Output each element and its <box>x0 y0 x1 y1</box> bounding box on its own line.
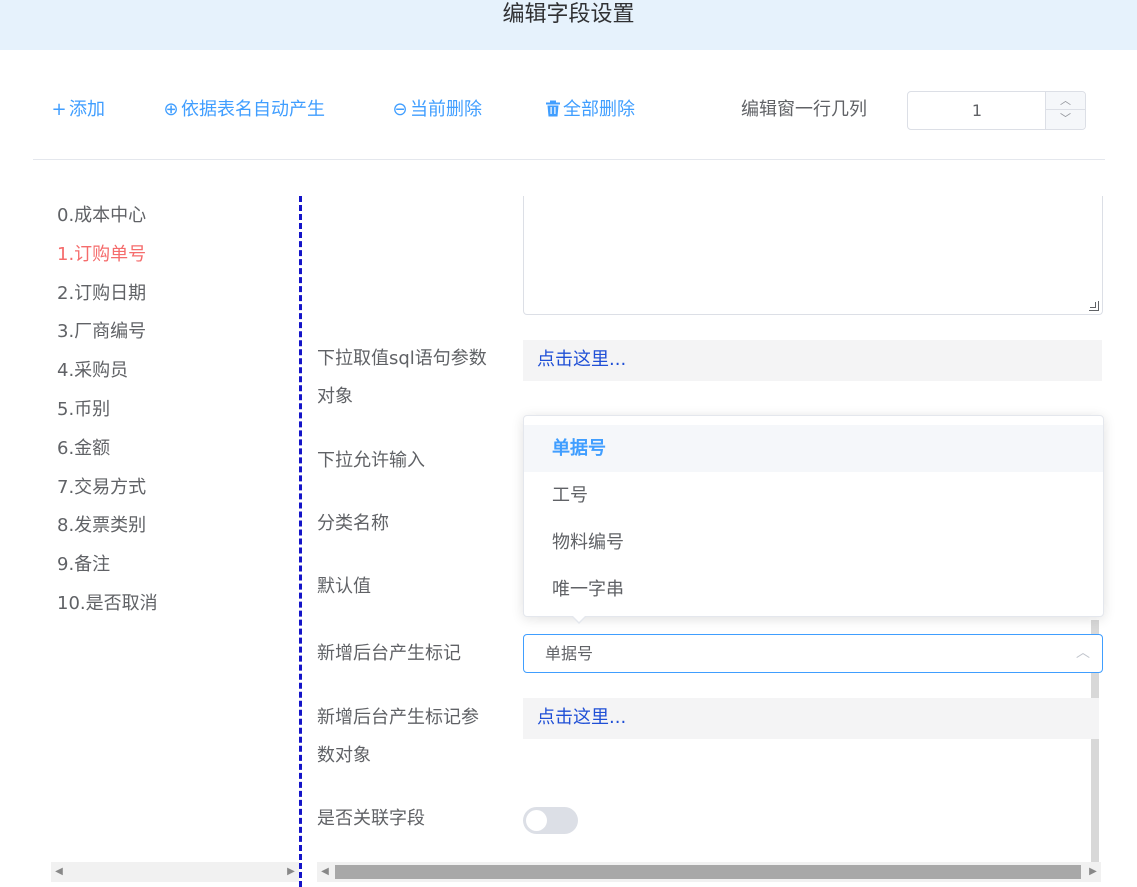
auto-generate-button[interactable]: ⊕ 依据表名自动产生 <box>162 98 325 122</box>
scroll-right-icon[interactable]: ▶ <box>283 862 299 882</box>
delete-current-button-label: 当前删除 <box>410 99 482 120</box>
field-list-item[interactable]: 9.备注 <box>57 546 287 585</box>
scrollbar-thumb[interactable] <box>335 865 1081 879</box>
chevron-up-icon: ︿ <box>1076 645 1090 661</box>
dropdown-caret <box>572 616 586 624</box>
sql-param-label: 下拉取值sql语句参数 对象 <box>317 348 487 407</box>
field-list: 0.成本中心 1.订购单号 2.订购日期 3.厂商编号 4.采购员 5.币别 6.金额 7.交… <box>57 197 287 624</box>
field-list-item[interactable]: 0.成本中心 <box>57 197 287 236</box>
sql-param-link[interactable]: 点击这里... <box>537 340 626 380</box>
dropdown-option[interactable]: 物料编号 <box>524 519 1103 566</box>
delete-current-button[interactable]: ⊖ 当前删除 <box>391 98 482 122</box>
circle-minus-icon: ⊖ <box>392 99 408 120</box>
scroll-left-icon[interactable]: ◀ <box>51 862 67 882</box>
add-button[interactable]: + 添加 <box>50 98 105 122</box>
field-list-item[interactable]: 3.厂商编号 <box>57 313 287 352</box>
stepper-increase-button[interactable]: ︿ <box>1046 92 1085 110</box>
header-bar: 编辑字段设置 <box>0 0 1137 50</box>
backend-tag-select[interactable]: 单据号 ︿ <box>523 634 1103 673</box>
sql-param-field: 点击这里... <box>523 340 1102 381</box>
backend-param-field: 点击这里... <box>523 698 1099 739</box>
dropdown-option[interactable]: 唯一字串 <box>524 566 1103 613</box>
delete-all-button-label: 全部删除 <box>563 99 635 120</box>
dropdown-option[interactable]: 单据号 <box>524 425 1103 472</box>
allow-input-label: 下拉允许输入 <box>317 450 425 471</box>
linked-field-switch[interactable] <box>523 807 578 834</box>
resize-handle-icon[interactable] <box>1089 301 1099 311</box>
dropdown-option[interactable]: 工号 <box>524 472 1103 519</box>
field-list-item[interactable]: 8.发票类别 <box>57 507 287 546</box>
scroll-right-icon[interactable]: ▶ <box>1085 862 1101 882</box>
linked-field-label: 是否关联字段 <box>317 808 425 829</box>
field-list-item[interactable]: 5.币别 <box>57 391 287 430</box>
field-list-item[interactable]: 4.采购员 <box>57 352 287 391</box>
columns-per-row-input[interactable] <box>909 93 1045 128</box>
toolbar-divider <box>33 159 1105 160</box>
add-button-label: 添加 <box>69 99 105 120</box>
panel-separator <box>299 196 302 887</box>
backend-param-link[interactable]: 点击这里... <box>537 698 626 738</box>
switch-knob <box>526 810 547 831</box>
stepper-controls: ︿ ﹀ <box>1045 92 1085 129</box>
field-list-item[interactable]: 10.是否取消 <box>57 585 287 624</box>
sql-textarea[interactable] <box>523 196 1103 315</box>
category-label: 分类名称 <box>317 513 389 534</box>
field-list-item[interactable]: 7.交易方式 <box>57 469 287 508</box>
plus-icon: + <box>51 99 67 120</box>
form-horizontal-scrollbar[interactable]: ◀ ▶ <box>317 862 1101 882</box>
columns-per-row-label: 编辑窗一行几列 <box>741 99 867 120</box>
default-value-label: 默认值 <box>317 576 371 597</box>
trash-icon <box>544 98 562 122</box>
backend-param-label: 新增后台产生标记参 数对象 <box>317 707 479 766</box>
chevron-down-icon: ﹀ <box>1060 112 1071 125</box>
backend-tag-label: 新增后台产生标记 <box>317 643 461 664</box>
field-list-item[interactable]: 2.订购日期 <box>57 275 287 314</box>
delete-all-button[interactable]: 全部删除 <box>544 98 635 122</box>
toolbar: +添加 ⊕依据表名自动产生 ⊖当前删除 全部删除 编辑窗一行几列 ︿ ﹀ <box>0 88 1137 132</box>
field-list-item[interactable]: 1.订购单号 <box>57 236 287 275</box>
backend-tag-selected-value: 单据号 <box>545 644 594 663</box>
field-list-horizontal-scrollbar[interactable]: ◀ ▶ <box>51 862 299 882</box>
page-title: 编辑字段设置 <box>502 2 635 27</box>
chevron-up-icon: ︿ <box>1060 94 1071 107</box>
auto-generate-button-label: 依据表名自动产生 <box>181 99 325 120</box>
scroll-left-icon[interactable]: ◀ <box>317 862 333 882</box>
columns-per-row-stepper[interactable]: ︿ ﹀ <box>907 91 1086 130</box>
field-list-item[interactable]: 6.金额 <box>57 430 287 469</box>
stepper-decrease-button[interactable]: ﹀ <box>1046 110 1085 128</box>
backend-tag-dropdown: 单据号 工号 物料编号 唯一字串 <box>523 415 1104 617</box>
circle-plus-icon: ⊕ <box>163 99 179 120</box>
